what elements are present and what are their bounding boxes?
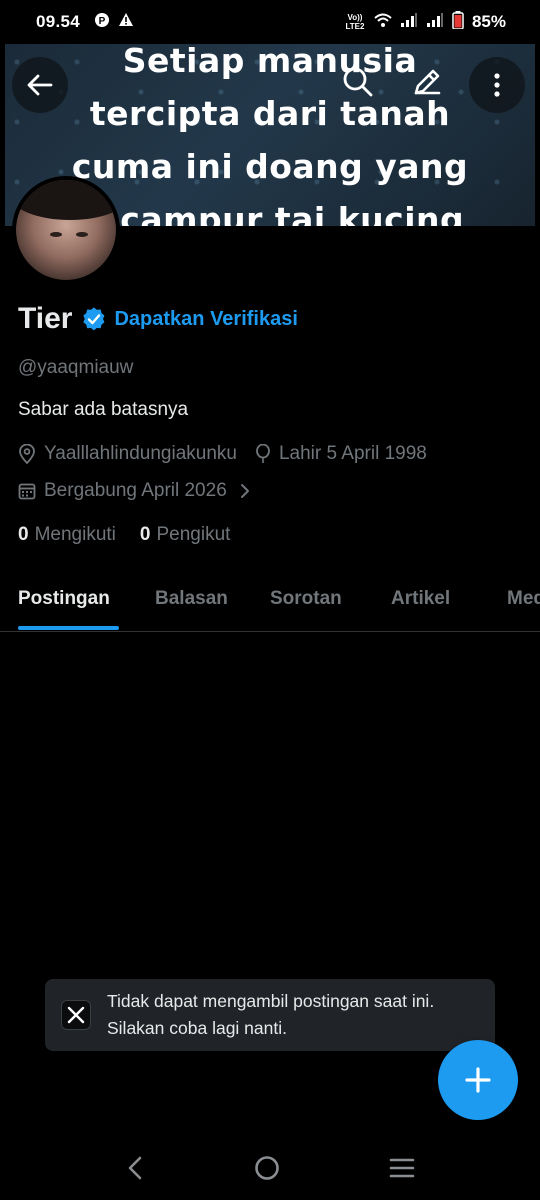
profile-meta-row-2[interactable]: Bergabung April 2026 bbox=[18, 480, 277, 502]
banner-line-2: tercipta dari tanah bbox=[89, 94, 451, 133]
edit-profile-button[interactable] bbox=[407, 62, 447, 102]
profile-meta-row-1: Yaalllahlindungiakunku Lahir 5 April 199… bbox=[18, 443, 445, 465]
calendar-icon bbox=[18, 483, 36, 500]
bio: Sabar ada batasnya bbox=[18, 399, 189, 420]
toast-line-2: Silakan coba lagi nanti. bbox=[107, 1018, 287, 1038]
status-time: 09.54 bbox=[36, 12, 81, 31]
following-link[interactable]: 0 Mengikuti bbox=[18, 524, 116, 546]
toast-message: Tidak dapat mengambil postingan saat ini… bbox=[107, 988, 434, 1042]
profile-tabs: Postingan Balasan Sorotan Artikel Media bbox=[0, 570, 540, 632]
avatar[interactable] bbox=[12, 176, 120, 284]
followers-link[interactable]: 0 Pengikut bbox=[140, 524, 231, 546]
followers-count: 0 bbox=[139, 524, 151, 545]
chevron-right-icon bbox=[240, 484, 249, 498]
tab-balasan[interactable]: Balasan bbox=[155, 588, 228, 610]
search-button[interactable] bbox=[338, 62, 378, 102]
location-item: Yaalllahlindungiakunku bbox=[18, 443, 237, 465]
more-options-button[interactable] bbox=[469, 57, 525, 113]
birth-item: Lahir 5 April 1998 bbox=[255, 443, 427, 465]
search-icon bbox=[343, 67, 373, 97]
following-label: Mengikuti bbox=[34, 524, 116, 545]
location-text: Yaalllahlindungiakunku bbox=[44, 443, 237, 464]
nav-recents-button[interactable] bbox=[389, 1157, 415, 1184]
active-tab-indicator bbox=[18, 626, 119, 630]
svg-text:P: P bbox=[99, 16, 106, 27]
toast-line-1: Tidak dapat mengambil postingan saat ini… bbox=[107, 991, 435, 1011]
avatar-eye-right bbox=[76, 232, 88, 237]
compose-post-button[interactable] bbox=[438, 1040, 518, 1120]
more-vertical-icon bbox=[494, 73, 500, 97]
plus-icon bbox=[465, 1067, 491, 1093]
banner-line-1: Setiap manusia bbox=[122, 44, 418, 80]
back-arrow-icon bbox=[27, 74, 53, 96]
joined-text: Bergabung April 2026 bbox=[44, 480, 227, 501]
display-name: Tier bbox=[18, 302, 73, 335]
tab-postingan[interactable]: Postingan bbox=[18, 588, 110, 610]
signal-icon bbox=[400, 12, 418, 33]
status-bar: 09.54 P Vo)) LTE2 85% bbox=[0, 0, 540, 44]
edit-icon bbox=[414, 69, 441, 95]
avatar-hair bbox=[16, 180, 116, 220]
following-count: 0 bbox=[18, 524, 29, 545]
x-logo-icon bbox=[61, 1000, 91, 1030]
nav-back-icon bbox=[128, 1156, 141, 1179]
get-verified-link[interactable]: Dapatkan Verifikasi bbox=[114, 308, 297, 331]
location-icon bbox=[19, 444, 35, 464]
wifi-icon bbox=[374, 12, 392, 33]
back-button[interactable] bbox=[12, 57, 68, 113]
battery-icon bbox=[452, 10, 464, 34]
battery-percent: 85% bbox=[471, 12, 506, 31]
pinterest-icon: P bbox=[94, 12, 110, 33]
balloon-icon bbox=[256, 444, 270, 463]
avatar-eye-left bbox=[50, 232, 62, 237]
error-toast: Tidak dapat mengambil postingan saat ini… bbox=[45, 979, 495, 1051]
nav-home-button[interactable] bbox=[254, 1155, 280, 1186]
signal-icon-2 bbox=[426, 12, 444, 33]
joined-item[interactable]: Bergabung April 2026 bbox=[18, 480, 259, 502]
system-navigation-bar bbox=[0, 1140, 540, 1200]
tab-artikel[interactable]: Artikel bbox=[391, 588, 450, 610]
tab-media[interactable]: Media bbox=[507, 588, 540, 610]
warning-icon bbox=[118, 12, 134, 33]
nav-back-button[interactable] bbox=[125, 1155, 145, 1186]
volte-label: Vo)) LTE2 bbox=[345, 13, 365, 31]
follow-stats: 0 Mengikuti 0 Pengikut bbox=[18, 524, 230, 546]
username-handle: @yaaqmiauw bbox=[18, 357, 134, 378]
followers-label: Pengikut bbox=[156, 524, 231, 545]
birth-text: Lahir 5 April 1998 bbox=[278, 443, 427, 464]
verified-badge-icon[interactable] bbox=[82, 307, 106, 331]
tab-sorotan[interactable]: Sorotan bbox=[270, 588, 342, 610]
name-row: Tier Dapatkan Verifikasi bbox=[18, 302, 298, 336]
nav-recents-icon bbox=[390, 1158, 415, 1177]
nav-home-icon bbox=[255, 1155, 279, 1180]
